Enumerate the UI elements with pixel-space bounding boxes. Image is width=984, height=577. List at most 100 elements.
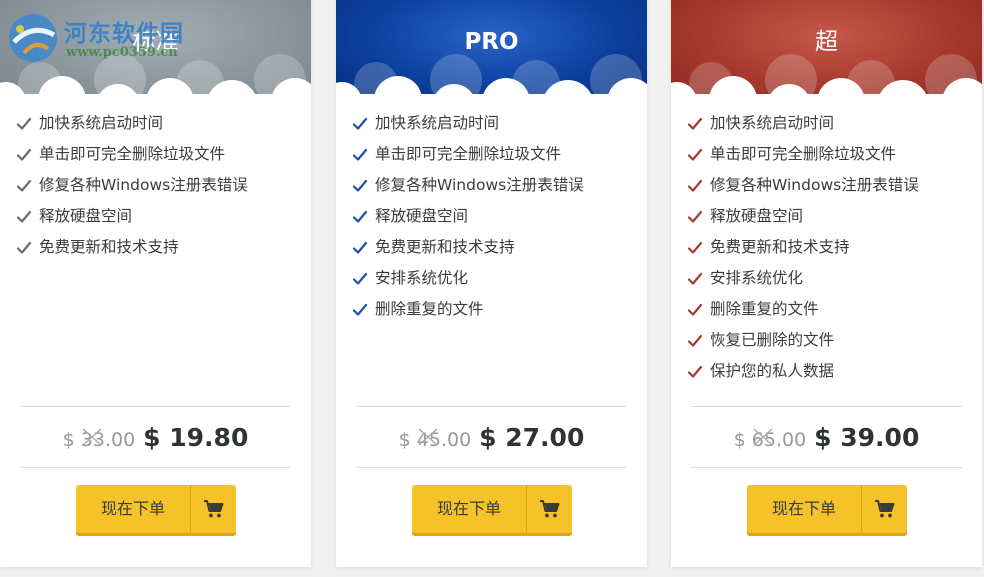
new-price: $ 27.00 [479, 422, 585, 452]
feature-label: 释放硬盘空间 [375, 207, 469, 225]
check-icon [687, 365, 703, 378]
card-header: PRO [336, 0, 647, 100]
clouds-decoration [336, 54, 647, 100]
feature-label: 单击即可完全删除垃圾文件 [375, 145, 562, 163]
new-price: $ 19.80 [143, 422, 249, 452]
feature-label: 加快系统启动时间 [375, 114, 500, 132]
check-icon [16, 210, 32, 223]
feature-label: 保护您的私人数据 [710, 362, 835, 380]
strike-icon [418, 428, 438, 446]
feature-label: 安排系统优化 [710, 269, 804, 287]
feature-label: 加快系统启动时间 [710, 114, 835, 132]
feature-list: 加快系统启动时间 单击即可完全删除垃圾文件 修复各种Windows注册表错误 释… [352, 108, 584, 325]
check-icon [16, 179, 32, 192]
feature-item: 单击即可完全删除垃圾文件 [687, 139, 919, 170]
feature-label: 恢复已删除的文件 [710, 331, 835, 349]
feature-label: 免费更新和技术支持 [39, 238, 179, 256]
pricing-card-pro: PRO 加快系统启动时间 单击即可完全删除垃圾文件 修复各种Windows注册表… [336, 0, 647, 567]
old-price: $ 45.00 [399, 428, 471, 451]
divider [691, 406, 962, 407]
feature-label: 免费更新和技术支持 [375, 238, 515, 256]
card-header: 超 [671, 0, 982, 100]
strike-icon [82, 428, 102, 446]
check-icon [687, 303, 703, 316]
feature-item: 释放硬盘空间 [687, 201, 919, 232]
feature-item: 修复各种Windows注册表错误 [16, 170, 248, 201]
order-now-label: 现在下单 [771, 499, 836, 518]
price-row: $ 65.00 $ 39.00 [671, 418, 982, 456]
pricing-card-ultra: 超 加快系统启动时间 单击即可完全删除垃圾文件 修复各种Windows注册表错误… [671, 0, 982, 567]
cart-icon [874, 500, 894, 518]
feature-item: 加快系统启动时间 [16, 108, 248, 139]
check-icon [687, 241, 703, 254]
divider [356, 406, 627, 407]
feature-item: 加快系统启动时间 [352, 108, 584, 139]
divider [20, 467, 291, 468]
order-now-button[interactable]: 现在下单 [412, 485, 572, 536]
feature-item: 修复各种Windows注册表错误 [352, 170, 584, 201]
feature-label: 加快系统启动时间 [39, 114, 164, 132]
cart-button[interactable] [862, 485, 907, 533]
check-icon [352, 117, 368, 130]
feature-item: 修复各种Windows注册表错误 [687, 170, 919, 201]
feature-item: 加快系统启动时间 [687, 108, 919, 139]
feature-label: 修复各种Windows注册表错误 [39, 176, 248, 194]
feature-item: 单击即可完全删除垃圾文件 [352, 139, 584, 170]
check-icon [352, 272, 368, 285]
feature-label: 单击即可完全删除垃圾文件 [39, 145, 226, 163]
new-price: $ 39.00 [814, 422, 920, 452]
feature-item: 单击即可完全删除垃圾文件 [16, 139, 248, 170]
watermark-title: 河东软件园 [64, 20, 184, 47]
cart-icon [539, 500, 559, 518]
feature-item: 免费更新和技术支持 [352, 232, 584, 263]
check-icon [687, 210, 703, 223]
strike-icon [753, 428, 773, 446]
price-row: $ 45.00 $ 27.00 [336, 418, 647, 456]
cart-button[interactable] [191, 485, 236, 533]
feature-item: 释放硬盘空间 [16, 201, 248, 232]
feature-item: 安排系统优化 [687, 263, 919, 294]
order-now-button[interactable]: 现在下单 [747, 485, 907, 536]
order-now-label: 现在下单 [436, 499, 501, 518]
feature-item: 删除重复的文件 [352, 294, 584, 325]
divider [691, 467, 962, 468]
divider [20, 406, 291, 407]
check-icon [687, 334, 703, 347]
clouds-decoration [671, 54, 982, 100]
check-icon [16, 148, 32, 161]
check-icon [352, 179, 368, 192]
feature-label: 修复各种Windows注册表错误 [710, 176, 919, 194]
check-icon [352, 303, 368, 316]
feature-item: 免费更新和技术支持 [16, 232, 248, 263]
feature-label: 释放硬盘空间 [39, 207, 133, 225]
feature-label: 安排系统优化 [375, 269, 469, 287]
check-icon [687, 148, 703, 161]
feature-item: 释放硬盘空间 [352, 201, 584, 232]
feature-item: 删除重复的文件 [687, 294, 919, 325]
feature-item: 免费更新和技术支持 [687, 232, 919, 263]
order-now-button[interactable]: 现在下单 [76, 485, 236, 536]
feature-item: 恢复已删除的文件 [687, 325, 919, 356]
pricing-card-standard: 标准 加快系统启动时间 单击即可完全删除垃圾文件 修复各种Windows注册表错… [0, 0, 311, 567]
check-icon [687, 179, 703, 192]
feature-list: 加快系统启动时间 单击即可完全删除垃圾文件 修复各种Windows注册表错误 释… [687, 108, 919, 387]
feature-item: 保护您的私人数据 [687, 356, 919, 387]
cart-button[interactable] [527, 485, 572, 533]
check-icon [352, 148, 368, 161]
check-icon [16, 241, 32, 254]
feature-list: 加快系统启动时间 单击即可完全删除垃圾文件 修复各种Windows注册表错误 释… [16, 108, 248, 263]
divider [356, 467, 627, 468]
price-row: $ 33.00 $ 19.80 [0, 418, 311, 456]
watermark-url: www.pc0359.cn [66, 45, 178, 60]
check-icon [352, 241, 368, 254]
check-icon [687, 272, 703, 285]
feature-label: 免费更新和技术支持 [710, 238, 850, 256]
old-price: $ 65.00 [734, 428, 806, 451]
feature-label: 修复各种Windows注册表错误 [375, 176, 584, 194]
watermark-logo-icon [9, 14, 57, 62]
check-icon [352, 210, 368, 223]
feature-label: 删除重复的文件 [375, 300, 484, 318]
old-price: $ 33.00 [63, 428, 135, 451]
check-icon [687, 117, 703, 130]
feature-label: 删除重复的文件 [710, 300, 819, 318]
